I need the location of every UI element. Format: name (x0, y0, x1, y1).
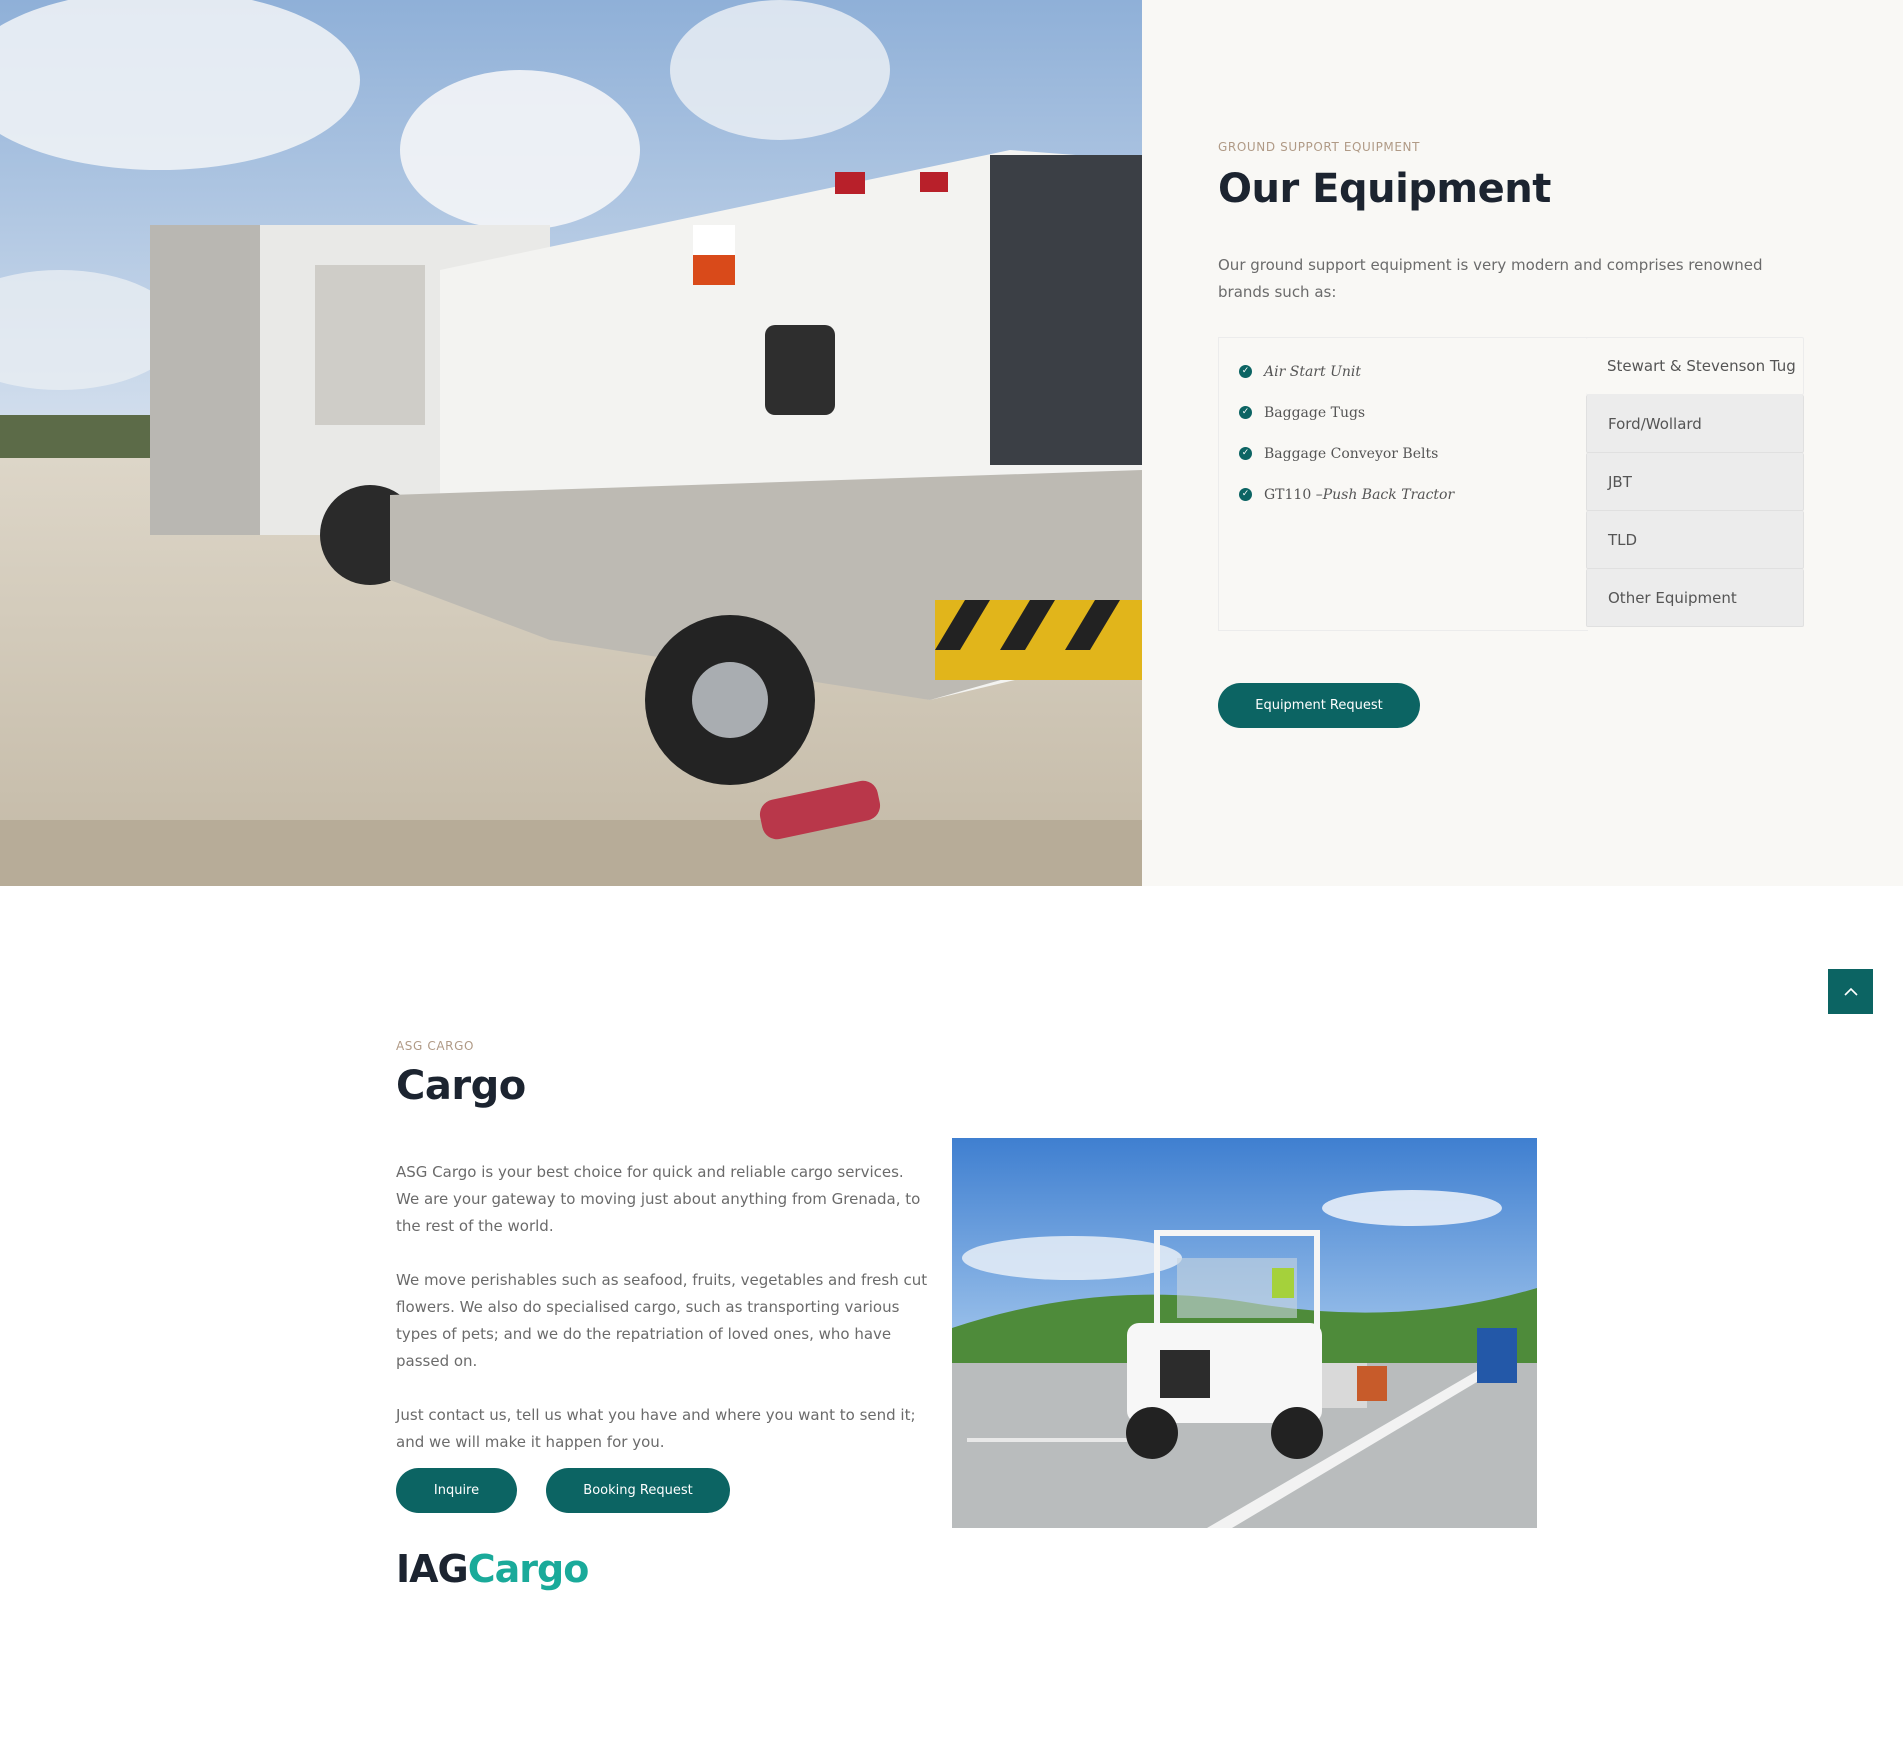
equipment-title: Our Equipment (1218, 166, 1551, 212)
check-circle-icon: ✓ (1239, 365, 1252, 378)
tab-tld[interactable]: TLD (1586, 511, 1804, 569)
list-item: ✓ GT110 – Push Back Tractor (1239, 474, 1588, 515)
tab-other-equipment[interactable]: Other Equipment (1586, 569, 1804, 627)
equipment-intro: Our ground support equipment is very mod… (1218, 256, 1763, 301)
iag-cargo-logo: IAGCargo (396, 1545, 590, 1593)
cargo-paragraph: We move perishables such as seafood, fru… (396, 1271, 928, 1370)
equipment-header: GROUND SUPPORT EQUIPMENT Our Equipment O… (1218, 140, 1804, 306)
tab-stewart-stevenson-tug[interactable]: Stewart & Stevenson Tug (1586, 337, 1804, 395)
check-circle-icon: ✓ (1239, 406, 1252, 419)
cargo-eyebrow: ASG CARGO (396, 1039, 475, 1053)
booking-request-button[interactable]: Booking Request (546, 1468, 730, 1513)
check-circle-icon: ✓ (1239, 447, 1252, 460)
chevron-up-icon (1843, 987, 1858, 996)
baggage-tractor-photo (952, 1138, 1537, 1528)
check-circle-icon: ✓ (1239, 488, 1252, 501)
list-item: ✓ Baggage Tugs (1239, 392, 1588, 433)
tab-nav: Stewart & Stevenson Tug Ford/Wollard JBT… (1586, 337, 1804, 627)
inquire-button[interactable]: Inquire (396, 1468, 517, 1513)
list-item: ✓ Baggage Conveyor Belts (1239, 433, 1588, 474)
list-item-label: Air Start Unit (1264, 363, 1361, 380)
logo-iag-text: IAG (396, 1547, 469, 1591)
ground-power-unit-photo (0, 0, 1142, 886)
tab-panel-stewart-stevenson: ✓ Air Start Unit ✓ Baggage Tugs ✓ Baggag… (1218, 337, 1588, 631)
list-item: ✓ Air Start Unit (1239, 351, 1588, 392)
tab-jbt[interactable]: JBT (1586, 453, 1804, 511)
equipment-eyebrow: GROUND SUPPORT EQUIPMENT (1218, 140, 1421, 154)
logo-cargo-text: Cargo (467, 1547, 590, 1591)
cargo-paragraph: Just contact us, tell us what you have a… (396, 1406, 916, 1451)
list-item-label: Baggage Conveyor Belts (1264, 445, 1439, 462)
list-item-label: Push Back Tractor (1322, 486, 1455, 503)
equipment-tabs: ✓ Air Start Unit ✓ Baggage Tugs ✓ Baggag… (1218, 337, 1804, 631)
cargo-paragraph: ASG Cargo is your best choice for quick … (396, 1163, 921, 1235)
list-item-label: Baggage Tugs (1264, 404, 1366, 421)
tab-ford-wollard[interactable]: Ford/Wollard (1586, 395, 1804, 453)
list-item-prefix: GT110 – (1264, 486, 1323, 503)
equipment-request-button[interactable]: Equipment Request (1218, 683, 1420, 728)
back-to-top-button[interactable] (1828, 969, 1873, 1014)
cargo-description: ASG Cargo is your best choice for quick … (396, 1159, 928, 1456)
cargo-title: Cargo (396, 1063, 526, 1109)
